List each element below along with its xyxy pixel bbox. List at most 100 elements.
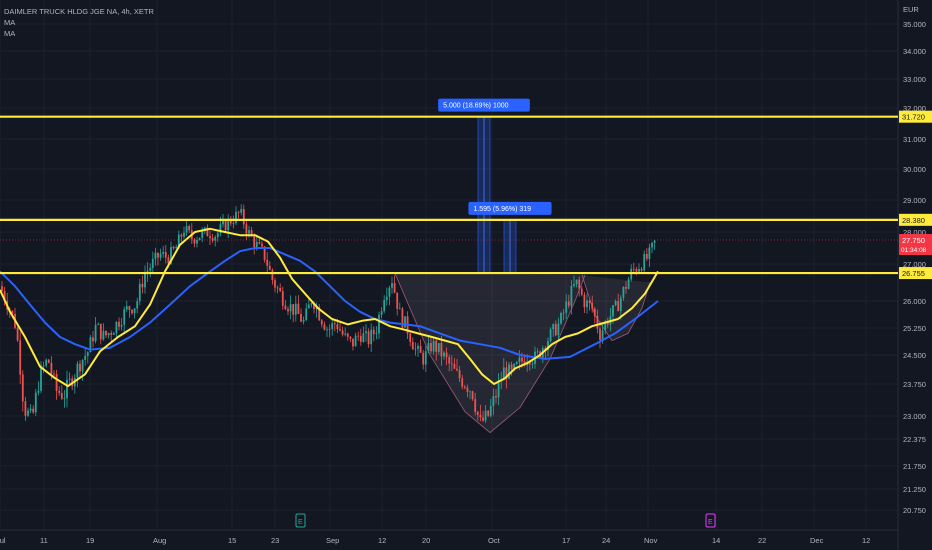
candle-body [274, 280, 276, 288]
candle-body [289, 304, 292, 312]
candle-body [593, 308, 596, 316]
candle-body [359, 335, 362, 342]
candle-body [76, 363, 79, 378]
candle-body [411, 341, 414, 350]
y-tick-label: 29.000 [903, 196, 926, 205]
candle-body [341, 330, 344, 335]
candle-body [521, 357, 523, 362]
candle-body [66, 379, 68, 399]
candle-body [461, 378, 464, 387]
y-tick-label: 35.000 [903, 20, 926, 29]
candle-body [365, 331, 367, 334]
candle-body [497, 381, 500, 398]
measure-label: 5.000 (18.69%) 1000 [443, 103, 508, 110]
candle-body [29, 408, 32, 411]
candle-body [531, 363, 534, 365]
candle-body [159, 253, 162, 258]
y-tick-label: 21.750 [903, 462, 926, 471]
candle-body [362, 333, 365, 342]
candle-body [50, 362, 53, 374]
candle-body [188, 226, 191, 231]
candle-body [469, 391, 471, 393]
candle-body [352, 338, 354, 347]
candle-body [81, 359, 84, 372]
candle-body [567, 301, 570, 306]
candle-body [645, 254, 648, 259]
y-tick-label: 30.000 [903, 165, 926, 174]
candle-body [445, 352, 448, 358]
candle-body [302, 319, 305, 322]
candle-body [333, 323, 336, 325]
candle-body [125, 306, 128, 310]
candle-body [346, 333, 349, 337]
candle-body [635, 269, 638, 272]
candle-body [284, 305, 287, 310]
candle-body [391, 283, 393, 288]
candle-body [489, 405, 492, 416]
symbol-title[interactable]: DAIMLER TRUCK HLDG JGE NA, 4h, XETR [4, 6, 154, 17]
candle-body [258, 242, 261, 244]
candle-body [383, 300, 386, 312]
candle-body [107, 333, 110, 336]
candle-body [578, 279, 581, 289]
y-tick-label: 31.000 [903, 135, 926, 144]
candle-body [224, 220, 227, 231]
candle-body [463, 386, 466, 388]
y-tick-label: 21.250 [903, 485, 926, 494]
candle-body [515, 362, 518, 364]
candle-body [19, 340, 22, 375]
candle-body [466, 387, 469, 392]
candle-body [97, 323, 100, 325]
candle-body [648, 247, 651, 259]
candle-body [625, 287, 627, 289]
candle-body [560, 313, 562, 324]
level-price-label: 31.720 [902, 113, 925, 122]
y-tick-label: 23.000 [903, 412, 926, 421]
candle-body [240, 209, 243, 213]
x-tick-label: 15 [228, 536, 236, 545]
candle-body [427, 343, 430, 352]
candle-body [482, 417, 484, 421]
candle-body [385, 296, 388, 301]
x-tick-label: 23 [271, 536, 279, 545]
candle-body [175, 247, 178, 249]
candle-body [596, 315, 599, 329]
indicator-ma-1[interactable]: MA [4, 17, 154, 28]
candle-body [398, 308, 401, 310]
candle-body [310, 303, 313, 305]
candle-body [549, 329, 552, 342]
candle-body [58, 390, 61, 394]
candle-body [34, 392, 37, 413]
candle-body [120, 324, 123, 327]
y-tick-label: 23.750 [903, 380, 926, 389]
currency-label: EUR [903, 5, 919, 14]
candle-body [354, 335, 357, 347]
candle-body [162, 252, 165, 254]
candle-body [287, 309, 289, 312]
candle-body [456, 368, 458, 371]
candle-body [443, 352, 445, 357]
candle-body [307, 304, 310, 309]
candle-body [21, 374, 24, 402]
price-chart[interactable]: EUR 20.750 21.250 21.750 22.375 23.000 23.750 2… [0, 0, 932, 550]
candle-body [419, 345, 422, 353]
candle-body [453, 363, 456, 369]
indicator-ma-2[interactable]: MA [4, 28, 154, 39]
candle-body [562, 312, 565, 314]
candle-body [110, 333, 113, 335]
candle-body [131, 309, 133, 314]
candle-body [632, 268, 635, 270]
candle-body [216, 233, 219, 238]
y-tick-label: 34.000 [903, 47, 926, 56]
candle-body [570, 285, 573, 306]
candle-body [448, 357, 451, 364]
candle-body [232, 222, 235, 224]
candle-body [565, 301, 568, 313]
candle-body [586, 300, 588, 308]
candle-body [172, 246, 175, 249]
candle-body [99, 323, 102, 340]
candle-body [409, 333, 412, 342]
last-price-label: 27.750 [902, 236, 925, 245]
candle-body [588, 300, 591, 303]
candle-body [47, 359, 50, 363]
